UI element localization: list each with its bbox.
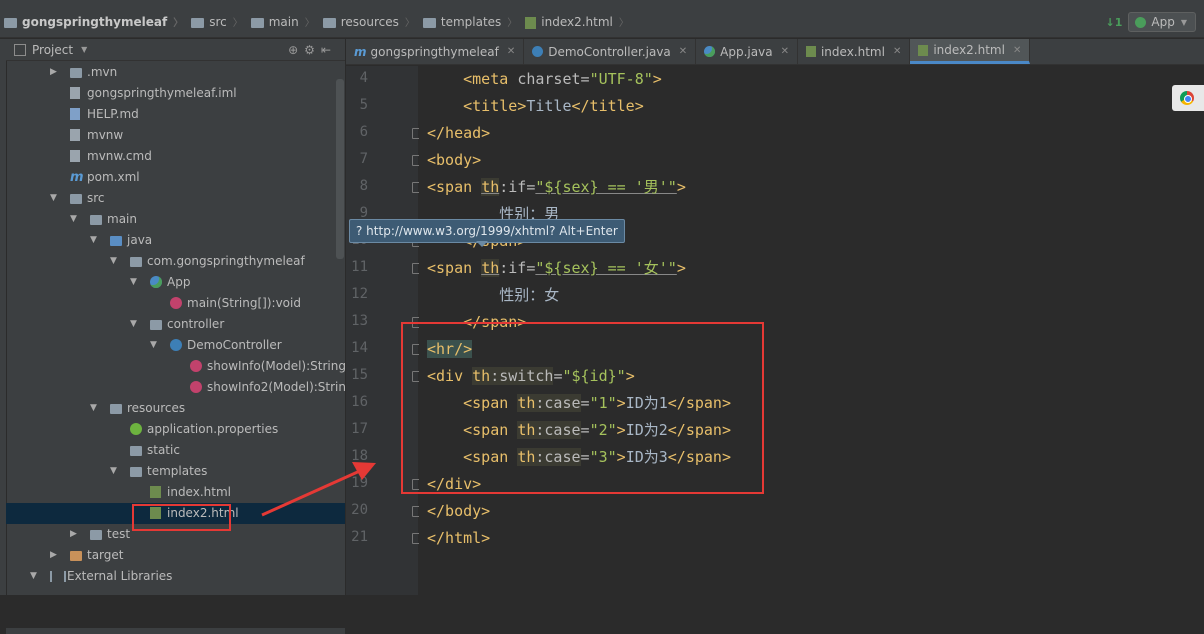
annotation-arrow-head bbox=[352, 462, 376, 480]
annotation-arrow-layer bbox=[261, 462, 376, 517]
panel-bottom bbox=[6, 628, 345, 634]
annotation-arrow-line bbox=[261, 468, 363, 517]
